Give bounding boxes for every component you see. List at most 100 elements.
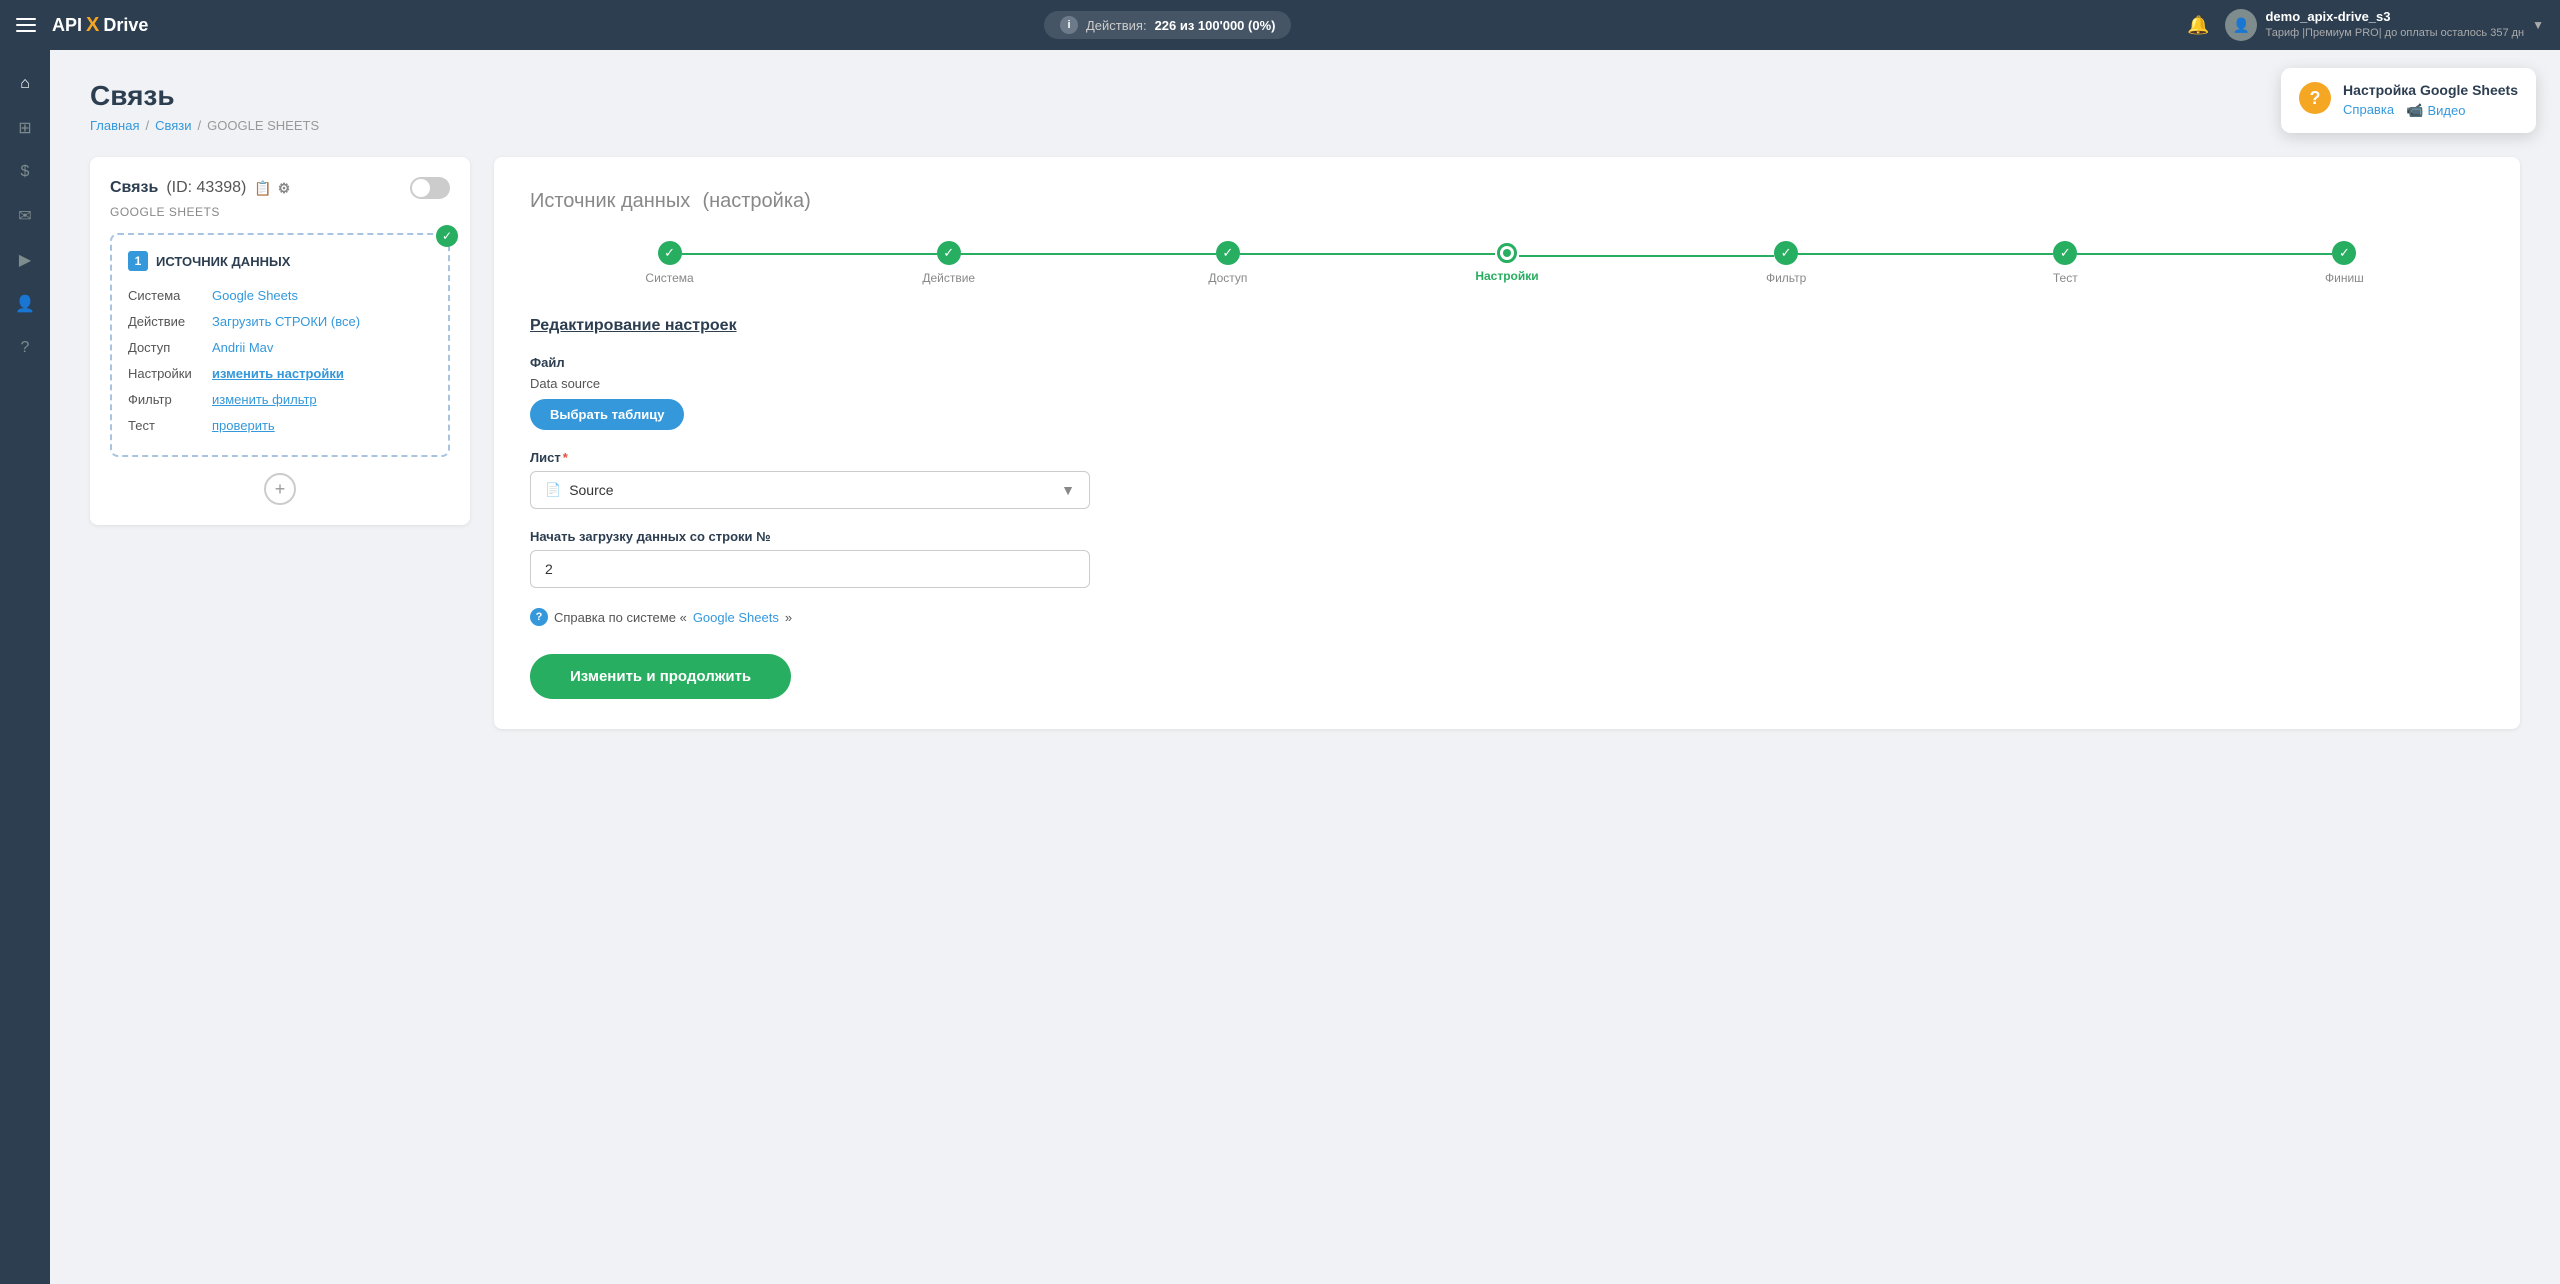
datasource-card: ✓ 1 ИСТОЧНИК ДАННЫХ Система Google Sheet…	[110, 233, 450, 457]
step-test: ✓ Тест	[1926, 241, 2205, 285]
row-val-deystvie[interactable]: Загрузить СТРОКИ (все)	[212, 309, 360, 335]
breadcrumb-current: GOOGLE SHEETS	[207, 118, 319, 133]
breadcrumb-home[interactable]: Главная	[90, 118, 139, 133]
chevron-down-icon: ▼	[1061, 482, 1075, 498]
connection-service: GOOGLE SHEETS	[110, 205, 450, 219]
row-val-filtr[interactable]: изменить фильтр	[212, 387, 317, 413]
navbar-right: 🔔 👤 demo_apix-drive_s3 Тариф |Премиум PR…	[2187, 9, 2544, 41]
help-tooltip-link-video[interactable]: 📹 Видео	[2406, 102, 2465, 119]
brand-logo: API X Drive	[52, 14, 148, 37]
step-circle-sistema: ✓	[658, 241, 682, 265]
datasource-rows: Система Google Sheets Действие Загрузить…	[128, 283, 432, 439]
user-avatar: 👤	[2225, 9, 2257, 41]
breadcrumb-sep1: /	[145, 118, 149, 133]
navbar: API X Drive i Действия: 226 из 100'000 (…	[0, 0, 2560, 50]
sidebar-item-mail[interactable]: ✉	[7, 198, 43, 234]
row-val-test[interactable]: проверить	[212, 413, 275, 439]
step-deystvie: ✓ Действие	[809, 241, 1088, 285]
select-table-button[interactable]: Выбрать таблицу	[530, 399, 684, 430]
connection-panel: Связь (ID: 43398) 📋 ⚙ GOOGLE SHEETS ✓ 1 …	[90, 157, 470, 525]
row-key-sistema: Система	[128, 283, 200, 309]
sidebar: ⌂ ⊞ $ ✉ ▶ 👤 ?	[0, 50, 50, 1284]
sidebar-item-dollar[interactable]: $	[7, 154, 43, 190]
step-label-finish: Финиш	[2325, 271, 2364, 285]
connection-title-text: Связь	[110, 179, 158, 197]
step-circle-test: ✓	[2053, 241, 2077, 265]
sidebar-item-user[interactable]: 👤	[7, 286, 43, 322]
connection-header: Связь (ID: 43398) 📋 ⚙	[110, 177, 450, 199]
user-info: demo_apix-drive_s3 Тариф |Премиум PRO| д…	[2265, 9, 2524, 40]
submit-button[interactable]: Изменить и продолжить	[530, 654, 791, 699]
step-label-nastroyki: Настройки	[1475, 269, 1538, 283]
field-group-startrow: Начать загрузку данных со строки №	[530, 529, 2484, 588]
connection-id: (ID: 43398)	[166, 179, 246, 197]
row-filtr: Фильтр изменить фильтр	[128, 387, 432, 413]
sidebar-item-grid[interactable]: ⊞	[7, 110, 43, 146]
user-tariff: Тариф |Премиум PRO| до оплаты осталось 3…	[2265, 26, 2524, 40]
step-sistema: ✓ Система	[530, 241, 809, 285]
step-label-test: Тест	[2053, 271, 2078, 285]
step-label-filtr: Фильтр	[1766, 271, 1806, 285]
doc-icon: 📄	[545, 482, 561, 498]
file-value: Data source	[530, 376, 2484, 391]
sheet-dropdown[interactable]: 📄 Source ▼	[530, 471, 1090, 509]
step-dostup: ✓ Доступ	[1088, 241, 1367, 285]
actions-label: Действия:	[1086, 18, 1147, 33]
row-test: Тест проверить	[128, 413, 432, 439]
help-link-google[interactable]: Google Sheets	[693, 610, 779, 625]
step-label-dostup: Доступ	[1208, 271, 1247, 285]
bell-icon[interactable]: 🔔	[2187, 15, 2209, 36]
help-link-row: ? Справка по системе «Google Sheets»	[530, 608, 2484, 626]
step-circle-finish: ✓	[2332, 241, 2356, 265]
breadcrumb-connections[interactable]: Связи	[155, 118, 191, 133]
add-connection-button[interactable]: +	[264, 473, 296, 505]
field-group-sheet: Лист* 📄 Source ▼	[530, 450, 2484, 509]
row-val-nastroyki[interactable]: изменить настройки	[212, 361, 344, 387]
datasource-num: 1	[128, 251, 148, 271]
gear-icon[interactable]: ⚙	[278, 180, 291, 197]
sidebar-item-help[interactable]: ?	[7, 330, 43, 366]
brand-api-text: API	[52, 15, 82, 36]
brand-x-text: X	[86, 14, 99, 37]
page-title: Связь	[90, 80, 2520, 112]
sidebar-item-play[interactable]: ▶	[7, 242, 43, 278]
user-name: demo_apix-drive_s3	[2265, 9, 2524, 26]
settings-panel: Источник данных (настройка) ✓ Система ✓ …	[494, 157, 2520, 729]
row-val-dostup[interactable]: Andrii Mav	[212, 335, 273, 361]
step-label-deystvie: Действие	[922, 271, 975, 285]
step-circle-dostup: ✓	[1216, 241, 1240, 265]
settings-title-main: Источник данных	[530, 190, 690, 212]
navbar-center: i Действия: 226 из 100'000 (0%)	[164, 11, 2171, 39]
info-icon[interactable]: i	[1060, 16, 1078, 34]
copy-icon[interactable]: 📋	[254, 180, 271, 197]
hamburger-menu[interactable]	[16, 18, 36, 32]
start-row-input[interactable]	[530, 550, 1090, 588]
row-key-nastroyki: Настройки	[128, 361, 200, 387]
sidebar-item-home[interactable]: ⌂	[7, 66, 43, 102]
toggle-switch[interactable]	[410, 177, 450, 199]
help-tooltip-icon: ?	[2299, 82, 2331, 114]
sheet-value: Source	[569, 482, 613, 498]
step-circle-deystvie: ✓	[937, 241, 961, 265]
breadcrumb: Главная / Связи / GOOGLE SHEETS	[90, 118, 2520, 133]
row-key-dostup: Доступ	[128, 335, 200, 361]
help-tooltip-content: Настройка Google Sheets Справка 📹 Видео	[2343, 82, 2518, 119]
required-star: *	[563, 450, 568, 465]
help-tooltip-link-help[interactable]: Справка	[2343, 102, 2394, 119]
help-tooltip: ? Настройка Google Sheets Справка 📹 Виде…	[2281, 68, 2536, 133]
main-content: Связь Главная / Связи / GOOGLE SHEETS Св…	[50, 50, 2560, 1284]
row-sistema: Система Google Sheets	[128, 283, 432, 309]
datasource-label: ИСТОЧНИК ДАННЫХ	[156, 254, 290, 269]
row-key-filtr: Фильтр	[128, 387, 200, 413]
chevron-down-icon: ▼	[2532, 18, 2544, 32]
row-val-sistema[interactable]: Google Sheets	[212, 283, 298, 309]
help-tooltip-title: Настройка Google Sheets	[2343, 82, 2518, 98]
step-nastroyki[interactable]: Настройки	[1367, 243, 1646, 283]
sheet-label: Лист*	[530, 450, 2484, 465]
row-key-deystvie: Действие	[128, 309, 200, 335]
step-finish: ✓ Финиш	[2205, 241, 2484, 285]
content-row: Связь (ID: 43398) 📋 ⚙ GOOGLE SHEETS ✓ 1 …	[90, 157, 2520, 729]
user-section[interactable]: 👤 demo_apix-drive_s3 Тариф |Премиум PRO|…	[2225, 9, 2544, 41]
breadcrumb-sep2: /	[198, 118, 202, 133]
step-circle-filtr: ✓	[1774, 241, 1798, 265]
